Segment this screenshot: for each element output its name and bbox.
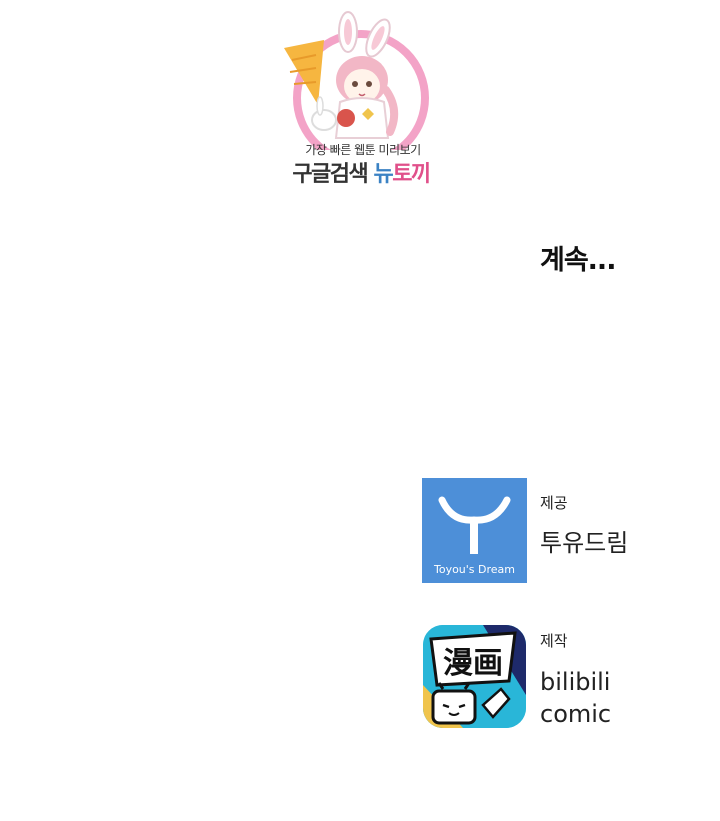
- site-watermark: 가장 빠른 웹툰 미리보기 구글검색 뉴토끼: [276, 10, 446, 188]
- watermark-site-name: 구글검색 뉴토끼: [276, 156, 446, 188]
- bilibili-logo-text: 漫画: [443, 646, 503, 681]
- sprout-icon: [438, 496, 511, 554]
- provider-name: 투유드림: [540, 529, 629, 557]
- to-be-continued-text: 계속...: [540, 245, 616, 276]
- watermark-brand-part2: 토끼: [392, 162, 431, 187]
- bilibili-comic-logo: 漫画: [423, 625, 526, 728]
- producer-name-line1: bilibili: [540, 668, 611, 696]
- watermark-brand-part1: 뉴: [373, 162, 393, 187]
- produced-by-label: 제작: [540, 632, 568, 650]
- provided-by-label: 제공: [540, 494, 568, 512]
- toyou-dream-logo: Toyou's Dream: [422, 478, 527, 583]
- toyou-logo-caption: Toyou's Dream: [433, 563, 516, 576]
- producer-name-line2: comic: [540, 700, 612, 728]
- bunny-mascot-icon: [284, 11, 429, 150]
- bilibili-tv-icon: 漫画: [423, 625, 526, 728]
- watermark-search-text: 구글검색: [292, 162, 374, 187]
